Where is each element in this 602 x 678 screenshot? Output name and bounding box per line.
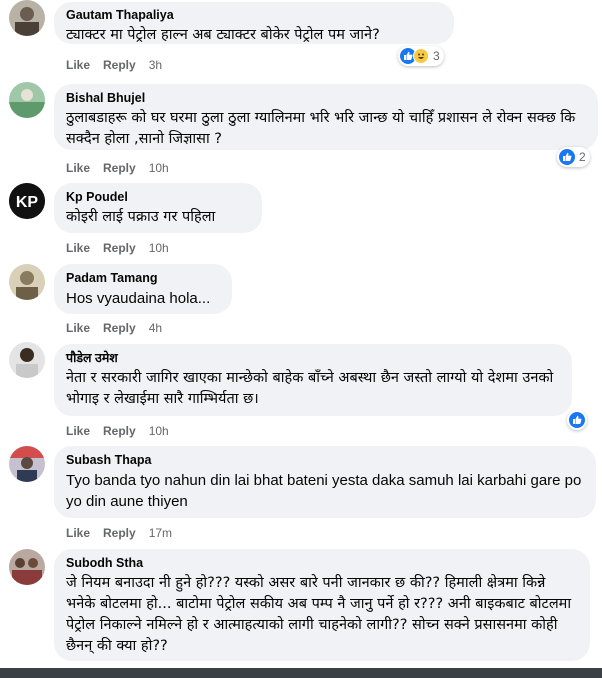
timestamp[interactable]: 4h [149, 321, 162, 335]
comment-bubble: Bishal Bhujel ठुलाबडाहरू को घर घरमा ठुला… [54, 84, 598, 150]
comment-actions: Like Reply 10h [66, 423, 182, 439]
avatar[interactable] [9, 264, 45, 300]
commenter-name[interactable]: Padam Tamang [66, 270, 220, 286]
avatar[interactable] [9, 446, 45, 482]
like-button[interactable]: Like [66, 321, 90, 335]
commenter-name[interactable]: Subodh Stha [66, 555, 578, 571]
timestamp[interactable]: 10h [149, 424, 169, 438]
commenter-name[interactable]: Gautam Thapaliya [66, 7, 442, 23]
reaction-summary[interactable]: 2 [557, 147, 590, 167]
reply-button[interactable]: Reply [103, 526, 136, 540]
commenter-name[interactable]: Subash Thapa [66, 452, 584, 468]
like-button[interactable]: Like [66, 241, 90, 255]
avatar[interactable] [9, 549, 45, 585]
comment-text: Tyo banda tyo nahun din lai bhat bateni … [66, 472, 586, 510]
comment-bubble: Subodh Stha जे नियम बनाउदा नी हुने हो???… [54, 549, 590, 661]
timestamp[interactable]: 10h [149, 241, 169, 255]
comment-bubble: पौडेल उमेश नेता र सरकारी जागिर खाएका मान… [54, 344, 572, 416]
avatar[interactable]: KP [9, 183, 45, 219]
comment-actions: Like Reply 4h [66, 320, 175, 336]
timestamp[interactable]: 3h [149, 58, 162, 72]
comment-actions: Like Reply 3h [66, 57, 175, 73]
reply-button[interactable]: Reply [103, 424, 136, 438]
haha-icon [413, 48, 429, 64]
comment-text: नेता र सरकारी जागिर खाएका मान्छेको बाहेक… [66, 370, 558, 407]
like-button[interactable]: Like [66, 161, 90, 175]
timestamp[interactable]: 10h [149, 161, 169, 175]
reaction-summary[interactable] [567, 410, 587, 430]
like-button[interactable]: Like [66, 58, 90, 72]
comment-bubble: Padam Tamang Hos vyaudaina hola... [54, 264, 232, 314]
reaction-summary[interactable]: 3 [398, 46, 444, 66]
comment-bubble: Subash Thapa Tyo banda tyo nahun din lai… [54, 446, 596, 518]
bottom-bar [0, 668, 602, 678]
like-button[interactable]: Like [66, 526, 90, 540]
reply-button[interactable]: Reply [103, 321, 136, 335]
comment-text: ट्याक्टर मा पेट्रोल हाल्न अब ट्याक्टर बो… [66, 27, 380, 43]
like-icon [559, 149, 575, 165]
reply-button[interactable]: Reply [103, 241, 136, 255]
avatar[interactable] [9, 82, 45, 118]
avatar-initials: KP [16, 194, 39, 211]
timestamp[interactable]: 17m [149, 526, 172, 540]
commenter-name[interactable]: Bishal Bhujel [66, 90, 586, 106]
comment-actions: Like Reply 10h [66, 240, 182, 256]
commenter-name[interactable]: Kp Poudel [66, 189, 250, 205]
reaction-count: 3 [433, 49, 440, 63]
comment-bubble: Gautam Thapaliya ट्याक्टर मा पेट्रोल हाल… [54, 2, 454, 44]
avatar[interactable] [9, 0, 45, 36]
reply-button[interactable]: Reply [103, 58, 136, 72]
comment-text: जे नियम बनाउदा नी हुने हो??? यस्को असर ब… [66, 575, 576, 654]
reply-button[interactable]: Reply [103, 161, 136, 175]
comment-actions: Like Reply 10h [66, 160, 182, 176]
avatar[interactable] [9, 342, 45, 378]
comment-text: कोइरी लाई पक्राउ गर पहिला [66, 209, 216, 225]
comment-bubble: Kp Poudel कोइरी लाई पक्राउ गर पहिला [54, 183, 262, 233]
like-icon [569, 412, 585, 428]
comment-text: ठुलाबडाहरू को घर घरमा ठुला ठुला ग्यालिनम… [66, 110, 580, 147]
like-button[interactable]: Like [66, 424, 90, 438]
commenter-name[interactable]: पौडेल उमेश [66, 350, 560, 366]
comment-text: Hos vyaudaina hola... [66, 290, 211, 307]
comment-actions: Like Reply 17m [66, 525, 185, 541]
reaction-count: 2 [579, 150, 586, 164]
